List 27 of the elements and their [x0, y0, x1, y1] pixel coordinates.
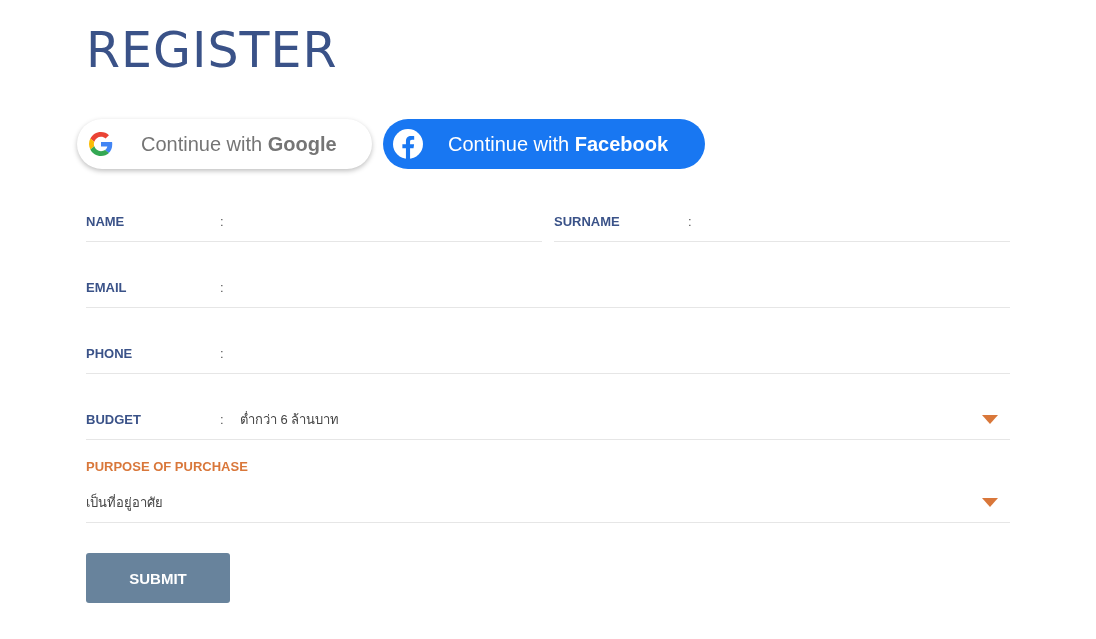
selected-value: เป็นที่อยู่อาศัย — [86, 492, 164, 513]
facebook-sign-in-button[interactable]: Continue with Facebook — [383, 119, 705, 169]
colon-separator: : — [220, 411, 225, 427]
colon-separator: : — [688, 213, 693, 229]
select-field[interactable]: เป็นที่อยู่อาศัย — [86, 482, 1010, 523]
selected-value: ต่ำกว่า 6 ล้านบาท — [240, 410, 341, 429]
colon-separator: : — [220, 345, 225, 361]
input-field[interactable]: SURNAME : — [554, 201, 1010, 242]
field-label: NAME — [86, 213, 126, 229]
page-title: REGISTER — [86, 21, 339, 81]
section-label: PURPOSE OF PURCHASE — [86, 459, 249, 474]
select-field[interactable]: BUDGET : ต่ำกว่า 6 ล้านบาท — [86, 399, 1010, 440]
field-label: PHONE — [86, 345, 134, 361]
input-field[interactable]: NAME : — [86, 201, 542, 242]
colon-separator: : — [220, 279, 225, 295]
caret-icon — [982, 414, 998, 424]
field-label: SURNAME — [554, 213, 621, 229]
google-logo-icon — [89, 132, 113, 156]
submit-button[interactable]: SUBMIT — [86, 553, 230, 603]
facebook-logo-icon — [393, 129, 423, 159]
field-label: BUDGET — [86, 411, 142, 427]
input-field[interactable]: PHONE : — [86, 333, 1010, 374]
input-field[interactable]: EMAIL : — [86, 267, 1010, 308]
google-sign-in-button[interactable]: Continue with Google — [77, 119, 372, 169]
field-label: EMAIL — [86, 279, 128, 295]
colon-separator: : — [220, 213, 225, 229]
caret-icon — [982, 497, 998, 507]
